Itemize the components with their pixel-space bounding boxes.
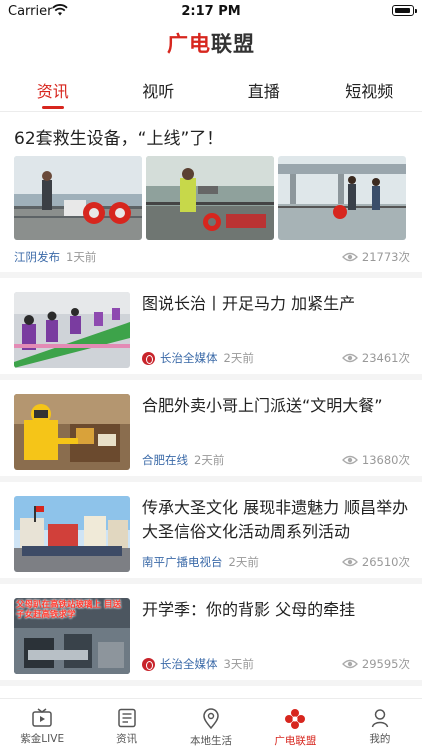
news-source[interactable]: 合肥在线 [142, 452, 188, 468]
media-logo-icon [142, 351, 155, 365]
eye-icon [341, 557, 358, 567]
alliance-flower-icon [285, 709, 306, 729]
media-logo-icon [142, 657, 155, 671]
tab-audio-video[interactable]: 视听 [106, 64, 212, 111]
news-age: 2天前 [194, 453, 225, 467]
nav-label: 资讯 [116, 733, 138, 745]
news-thumbnail [14, 156, 142, 240]
news-thumbnail [14, 394, 130, 470]
view-count-text: 21773次 [361, 250, 410, 264]
news-thumbnail [14, 292, 130, 368]
news-card[interactable]: 传承大圣文化 展现非遗魅力 顺昌举办大圣信俗文化活动周系列活动 南平广播电视台 … [0, 482, 422, 584]
view-count-text: 29595次 [361, 657, 410, 671]
logo-text-part1: 广电 [167, 31, 211, 56]
view-count-text: 26510次 [361, 555, 410, 569]
nav-label: 我的 [369, 733, 391, 745]
news-source[interactable]: 长治全媒体 [160, 350, 218, 366]
news-source[interactable]: 南平广播电视台 [142, 554, 223, 570]
news-title: 62套救生设备，“上线”了！ [14, 129, 224, 149]
news-thumbnail [14, 496, 130, 572]
user-icon [371, 709, 389, 728]
news-card[interactable]: 62套救生设备，“上线”了！ 江阴发布 1天前 21773次 [0, 112, 422, 278]
nav-label: 本地生活 [190, 735, 233, 747]
news-meta: 合肥在线 2天前 13680次 [142, 452, 410, 468]
nav-mine[interactable]: 我的 [338, 699, 422, 750]
status-bar: Carrier 2:17 PM [0, 0, 422, 24]
nav-label: 紫金LIVE [20, 733, 65, 745]
news-image-strip [14, 156, 406, 240]
view-count: 26510次 [341, 554, 410, 570]
view-count: 23461次 [341, 350, 410, 366]
news-title: 图说长治丨开足马力 加紧生产 [142, 294, 356, 313]
view-count-text: 13680次 [361, 453, 410, 467]
news-age: 1天前 [66, 250, 97, 264]
news-age: 3天前 [223, 657, 254, 671]
tv-play-icon [32, 708, 52, 727]
tab-label: 视听 [142, 82, 175, 101]
eye-icon [341, 353, 358, 363]
view-count: 13680次 [341, 452, 410, 468]
clock: 2:17 PM [181, 4, 241, 19]
news-age: 2天前 [228, 555, 259, 569]
thumbnail-caption: 父母趴在高铁站玻璃上 目送子女赶高铁求学 [16, 600, 121, 620]
news-feed[interactable]: 62套救生设备，“上线”了！ 江阴发布 1天前 21773次 图说长治丨开足马力… [0, 112, 422, 698]
eye-icon [341, 252, 358, 262]
nav-broadcast-alliance[interactable]: 广电联盟 [253, 699, 337, 750]
logo-text-part2: 联盟 [211, 31, 255, 56]
nav-zijin-live[interactable]: 紫金LIVE [0, 699, 84, 750]
news-source[interactable]: 江阴发布 [14, 249, 60, 265]
bottom-tab-bar: 紫金LIVE 资讯 本地生活 广电联盟 我的 [0, 698, 422, 750]
tab-news[interactable]: 资讯 [0, 64, 106, 111]
news-meta: 长治全媒体 2天前 23461次 [142, 350, 410, 366]
news-thumbnail [278, 156, 406, 240]
news-meta: 南平广播电视台 2天前 26510次 [142, 554, 410, 570]
news-list-icon [117, 708, 136, 728]
news-meta: 长治全媒体 3天前 29595次 [142, 656, 410, 672]
news-title: 合肥外卖小哥上门派送“文明大餐” [142, 396, 383, 415]
active-tab-indicator [41, 106, 64, 109]
eye-icon [341, 455, 358, 465]
news-source[interactable]: 长治全媒体 [160, 656, 218, 672]
news-card[interactable]: 合肥外卖小哥上门派送“文明大餐” 合肥在线 2天前 13680次 [0, 380, 422, 482]
location-pin-icon [203, 708, 219, 730]
news-age: 2天前 [223, 351, 254, 365]
view-count-text: 23461次 [361, 351, 410, 365]
tab-label: 短视频 [345, 82, 394, 101]
app-logo: 广电联盟 [0, 28, 422, 58]
news-thumbnail [146, 156, 274, 240]
battery-icon [392, 5, 417, 16]
news-thumbnail: 父母趴在高铁站玻璃上 目送子女赶高铁求学 [14, 598, 130, 674]
top-tab-bar: 资讯 视听 直播 短视频 [0, 64, 422, 112]
tab-live[interactable]: 直播 [211, 64, 317, 111]
view-count: 21773次 [341, 249, 410, 265]
nav-local-life[interactable]: 本地生活 [169, 699, 253, 750]
tab-label: 资讯 [36, 82, 69, 101]
news-title: 开学季：你的背影 父母的牵挂 [142, 600, 356, 619]
view-count: 29595次 [341, 656, 410, 672]
nav-news[interactable]: 资讯 [84, 699, 168, 750]
news-card[interactable]: 图说长治丨开足马力 加紧生产 长治全媒体 2天前 23461次 [0, 278, 422, 380]
nav-label: 广电联盟 [274, 735, 317, 747]
tab-short-video[interactable]: 短视频 [317, 64, 422, 111]
tab-label: 直播 [247, 82, 280, 101]
news-meta: 江阴发布 1天前 21773次 [14, 249, 410, 265]
news-card[interactable]: 父母趴在高铁站玻璃上 目送子女赶高铁求学 开学季：你的背影 父母的牵挂 长治全媒… [0, 584, 422, 686]
eye-icon [341, 659, 358, 669]
news-title: 传承大圣文化 展现非遗魅力 顺昌举办大圣信俗文化活动周系列活动 [142, 498, 409, 541]
